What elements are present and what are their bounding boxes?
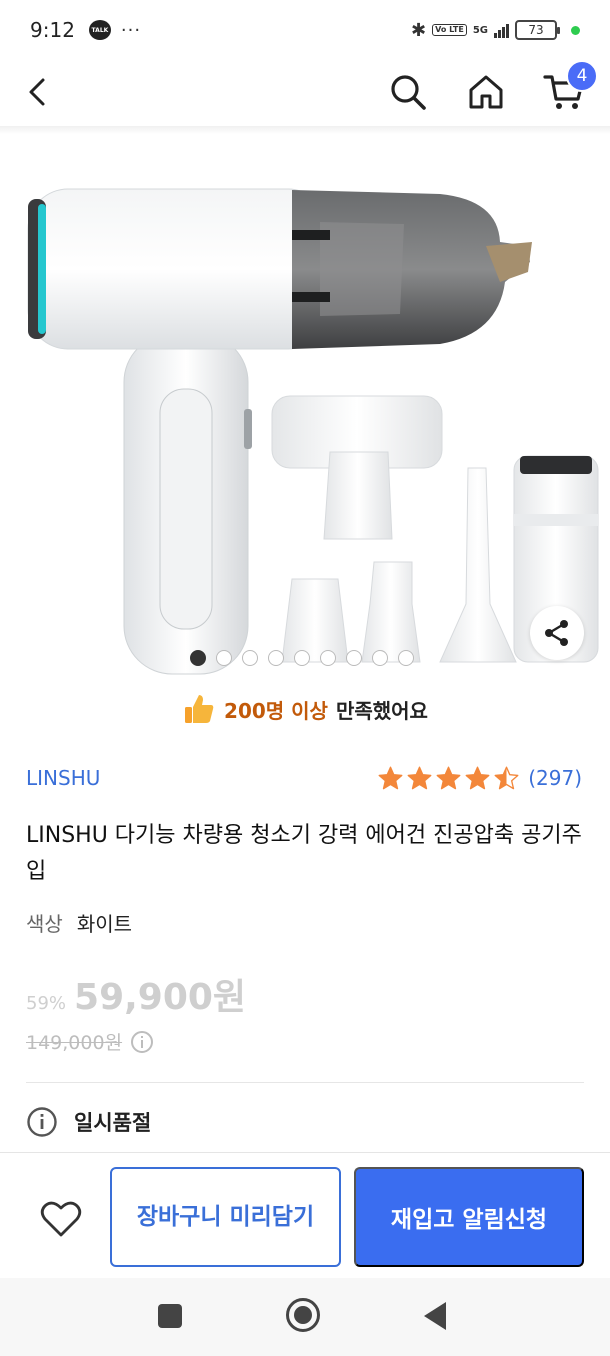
bluetooth-icon: ✱: [411, 19, 427, 41]
original-price-row: 149,000원: [26, 1028, 154, 1055]
restock-alert-button[interactable]: 재입고 알림신청: [354, 1167, 584, 1267]
sale-price: 59,900원: [74, 977, 247, 1018]
search-icon: [391, 75, 426, 110]
info-icon: [27, 1107, 57, 1137]
cart-count-badge: 4: [566, 60, 598, 92]
soldout-text: 일시품절: [74, 1111, 152, 1135]
option-row: 색상 화이트: [26, 908, 132, 937]
volte-icon: Vo LTE: [432, 24, 467, 36]
product-title: LINSHU 다기능 차량용 청소기 강력 에어건 진공압축 공기주입: [26, 823, 582, 884]
discount-rate: 59%: [26, 993, 67, 1014]
home-button[interactable]: [462, 68, 510, 116]
brand-link[interactable]: LINSHU: [26, 766, 100, 790]
system-nav-bar: [0, 1278, 610, 1356]
carousel-dot[interactable]: [346, 650, 362, 666]
carousel-dot[interactable]: [372, 650, 388, 666]
header-divider: [0, 126, 610, 134]
carousel-dot[interactable]: [320, 650, 336, 666]
more-notifications-icon: ···: [120, 19, 142, 41]
privacy-indicator-icon: [571, 25, 580, 35]
star-icon: [378, 766, 403, 789]
battery-icon: 73: [515, 20, 560, 40]
section-divider: [26, 1082, 584, 1083]
carousel-dot[interactable]: [398, 650, 414, 666]
star-icon: [494, 766, 519, 789]
recent-apps-button[interactable]: [158, 1304, 182, 1328]
carousel-dot[interactable]: [268, 650, 284, 666]
price-row: 59% 59,900원: [26, 968, 246, 1020]
add-to-cart-later-button[interactable]: 장바구니 미리담기: [110, 1167, 341, 1267]
star-icon: [436, 766, 461, 789]
search-button[interactable]: [384, 68, 432, 116]
chevron-left-icon: [29, 78, 45, 106]
back-button[interactable]: [14, 68, 62, 116]
carousel-dot[interactable]: [216, 650, 232, 666]
carousel-dot[interactable]: [190, 650, 206, 666]
heart-icon: [40, 1201, 82, 1237]
rating-stars[interactable]: (297): [377, 765, 582, 792]
soldout-notice: 일시품절: [26, 1106, 151, 1138]
original-price: 149,000원: [26, 1032, 123, 1054]
info-icon[interactable]: [130, 1030, 154, 1054]
option-value: 화이트: [76, 912, 133, 936]
carousel-indicator: [190, 650, 414, 666]
carousel-dot[interactable]: [294, 650, 310, 666]
option-label: 색상: [26, 912, 63, 936]
network-type: 5G: [472, 24, 488, 36]
status-time: 9:12: [30, 18, 75, 42]
status-bar: 9:12 TALK ··· ✱ Vo LTE 5G 73: [0, 0, 610, 60]
top-app-bar: 4: [0, 60, 610, 126]
home-icon: [469, 75, 503, 109]
satisfaction-count: 200명 이상: [224, 698, 328, 723]
kakaotalk-icon: TALK: [88, 20, 111, 40]
star-icon: [407, 766, 432, 789]
system-back-button[interactable]: [424, 1302, 446, 1330]
star-icon: [465, 766, 490, 789]
share-button[interactable]: [530, 606, 584, 660]
system-home-button[interactable]: [286, 1298, 320, 1332]
product-image-carousel[interactable]: [0, 134, 610, 680]
product-image: [27, 188, 599, 675]
wishlist-button[interactable]: [36, 1197, 86, 1241]
share-icon: [545, 620, 568, 646]
satisfaction-banner: 200명 이상 만족했어요: [0, 686, 610, 732]
review-count[interactable]: (297): [528, 766, 582, 790]
satisfaction-text: 만족했어요: [335, 698, 428, 723]
carousel-dot[interactable]: [242, 650, 258, 666]
thumbs-up-icon: [185, 695, 214, 723]
signal-icon: [494, 22, 509, 38]
brand-rating-row: LINSHU (297): [26, 760, 582, 796]
bottom-action-bar: 장바구니 미리담기 재입고 알림신청: [0, 1152, 610, 1278]
